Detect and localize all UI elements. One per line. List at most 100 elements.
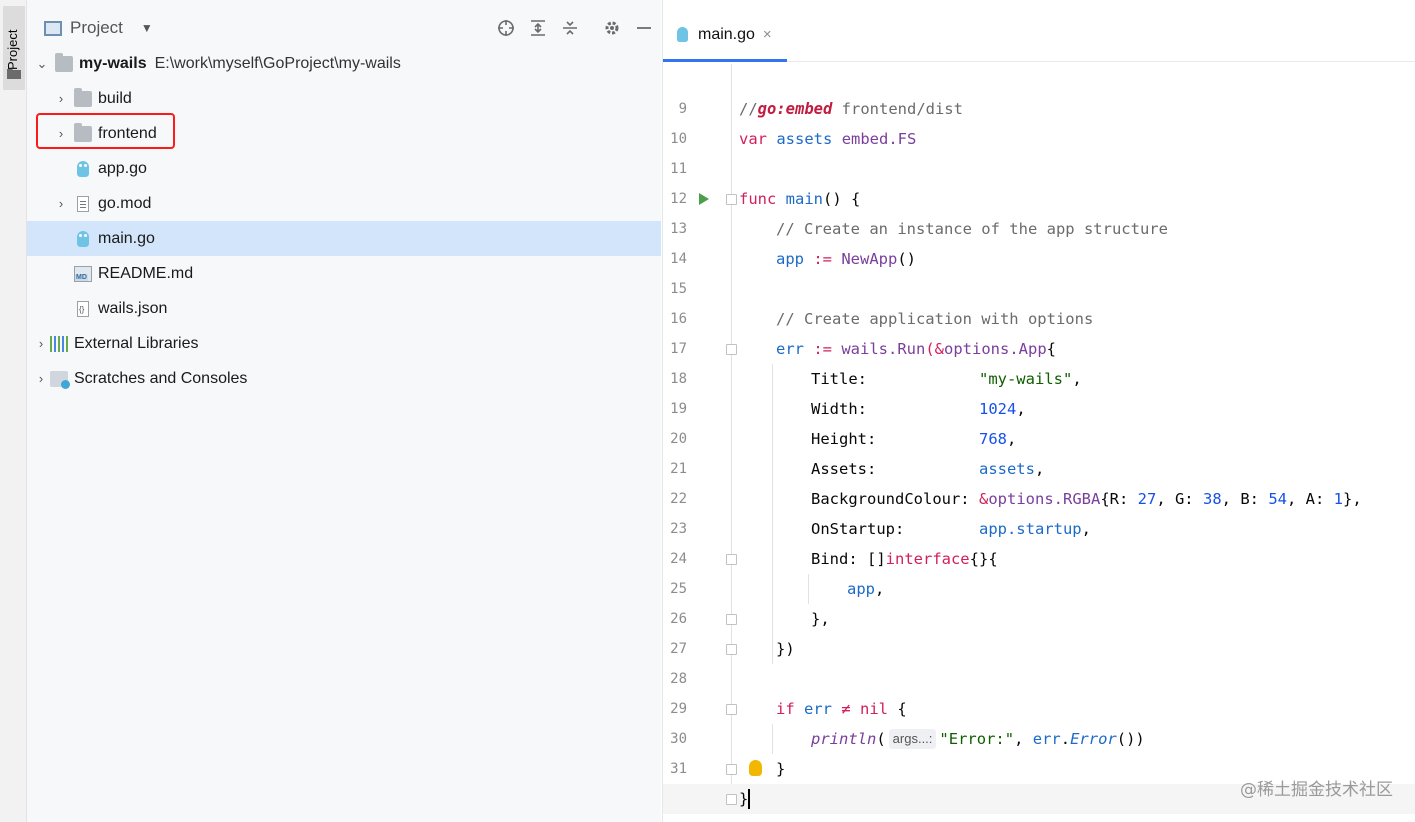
settings-button[interactable] [600, 16, 624, 40]
code-text: }, [811, 604, 830, 634]
field-key-token: BackgroundColour: [811, 490, 979, 508]
punctuation-token: , [1014, 730, 1033, 748]
code-line: 16 [663, 274, 1415, 327]
library-icon [50, 335, 68, 352]
code-editor: main.go × 9 10 //go:embed frontend/dist … [662, 0, 1415, 822]
tree-node-label: README.md [98, 264, 194, 282]
fold-icon[interactable] [726, 764, 737, 775]
folder-icon [7, 69, 21, 79]
json-file-icon: {} [77, 300, 89, 317]
text-file-icon [77, 195, 89, 212]
fold-icon[interactable] [726, 794, 737, 805]
number-token: 1 [1333, 490, 1344, 508]
code-text: }) [776, 634, 795, 664]
code-text: // Create application with options [776, 304, 1093, 334]
function-call-token: NewApp [841, 250, 898, 268]
collapse-all-icon [563, 21, 577, 35]
punctuation-token: }, [811, 610, 830, 628]
fold-icon[interactable] [726, 194, 737, 205]
punctuation-token: , [1016, 400, 1026, 418]
code-text: OnStartup: app.startup, [811, 514, 1091, 544]
comment-token: frontend/dist [832, 100, 963, 118]
project-window-icon [44, 20, 62, 36]
code-line: 31 println(args...: "Error:", err.Error()… [663, 724, 1415, 777]
fold-icon[interactable] [726, 614, 737, 625]
tree-node-wails-json[interactable]: {} wails.json [27, 291, 661, 326]
locate-file-button[interactable] [494, 16, 518, 40]
fold-icon[interactable] [726, 644, 737, 655]
punctuation-token: , [1072, 370, 1082, 388]
lightbulb-icon[interactable] [749, 760, 762, 776]
project-panel-title: Project [70, 18, 123, 37]
punctuation-token: , [875, 580, 885, 598]
tree-node-build[interactable]: › build [27, 81, 661, 116]
code-line: 26 app, [663, 574, 1415, 627]
expand-all-button[interactable] [526, 16, 550, 40]
punctuation-token: , [1034, 460, 1045, 478]
chevron-right-icon[interactable]: › [54, 91, 68, 106]
code-line: 22 Assets: assets, [663, 454, 1415, 507]
tree-node-main-go[interactable]: main.go [27, 221, 661, 256]
code-line: 12 [663, 154, 1415, 207]
code-line: 19 Title: "my-wails", [663, 364, 1415, 417]
hide-panel-button[interactable] [632, 16, 656, 40]
code-text: func main() { [739, 184, 860, 214]
identifier-token: assets [978, 460, 1035, 478]
code-text: err := wails.Run(&options.App{ [776, 334, 1056, 364]
chevron-down-icon[interactable]: ⌄ [35, 56, 49, 72]
tree-node-app-go[interactable]: app.go [27, 151, 661, 186]
chevron-right-icon[interactable]: › [54, 196, 68, 211]
tree-node-path: E:\work\myself\GoProject\my-wails [154, 54, 401, 72]
field-key-token: Bind: [] [811, 550, 886, 568]
operator-token: := [804, 250, 842, 268]
tree-node-frontend[interactable]: › frontend [27, 116, 661, 151]
comment-token: // Create application with options [776, 310, 1094, 328]
type-token: options.RGBA [988, 490, 1101, 508]
function-name-token: main [785, 190, 823, 208]
tree-node-external-libraries[interactable]: › External Libraries [27, 326, 661, 361]
tree-node-label: app.go [98, 159, 147, 177]
punctuation-token: () [897, 250, 916, 268]
go-file-icon [77, 230, 89, 247]
project-view-selector[interactable]: Project ▼ [44, 18, 153, 38]
punctuation-token: { [1046, 340, 1056, 358]
project-panel-header: Project ▼ [27, 8, 661, 48]
fold-icon[interactable] [726, 554, 737, 565]
identifier-token: app [776, 250, 804, 268]
run-icon[interactable] [699, 193, 709, 205]
string-token: "my-wails" [978, 370, 1073, 388]
code-line: 14 // Create an instance of the app stru… [663, 214, 1415, 267]
punctuation-token: , B: [1221, 490, 1269, 508]
method-call-token: Error [1070, 730, 1117, 748]
chevron-right-icon[interactable]: › [34, 336, 48, 351]
code-text: Height: 768, [811, 424, 1016, 454]
string-token: "Error:" [939, 730, 1015, 748]
markdown-badge: MD [75, 273, 88, 281]
type-token: embed.FS [841, 130, 917, 148]
tree-node-label: Scratches and Consoles [74, 369, 248, 387]
chevron-right-icon[interactable]: › [34, 371, 48, 386]
chevron-right-icon[interactable]: › [54, 126, 68, 141]
code-line: 21 Height: 768, [663, 424, 1415, 477]
tree-node-readme-md[interactable]: MD README.md [27, 256, 661, 291]
number-token: 768 [978, 430, 1007, 448]
scratches-icon [50, 370, 70, 389]
operator-token: ≠ [832, 700, 860, 718]
punctuation-token: , [1006, 430, 1017, 448]
tree-node-scratches[interactable]: › Scratches and Consoles [27, 361, 661, 396]
tree-node-my-wails[interactable]: ⌄ my-wails E:\work\myself\GoProject\my-w… [27, 46, 661, 81]
fold-icon[interactable] [726, 704, 737, 715]
code-text: //go:embed frontend/dist [739, 94, 963, 124]
fold-icon[interactable] [726, 344, 737, 355]
parameter-hint: args...: [888, 729, 937, 749]
collapse-all-button[interactable] [558, 16, 582, 40]
tab-main-go[interactable]: main.go × [663, 10, 787, 62]
code-text: BackgroundColour: &options.RGBA{R: 27, G… [811, 484, 1362, 514]
package-token: wails [841, 340, 888, 358]
close-icon[interactable]: × [763, 26, 772, 43]
field-key-token: Assets: [811, 460, 979, 478]
keyword-token: var [739, 130, 767, 148]
tree-node-go-mod[interactable]: › go.mod [27, 186, 661, 221]
folder-icon [55, 52, 73, 72]
punctuation-token: {R: [1100, 490, 1138, 508]
